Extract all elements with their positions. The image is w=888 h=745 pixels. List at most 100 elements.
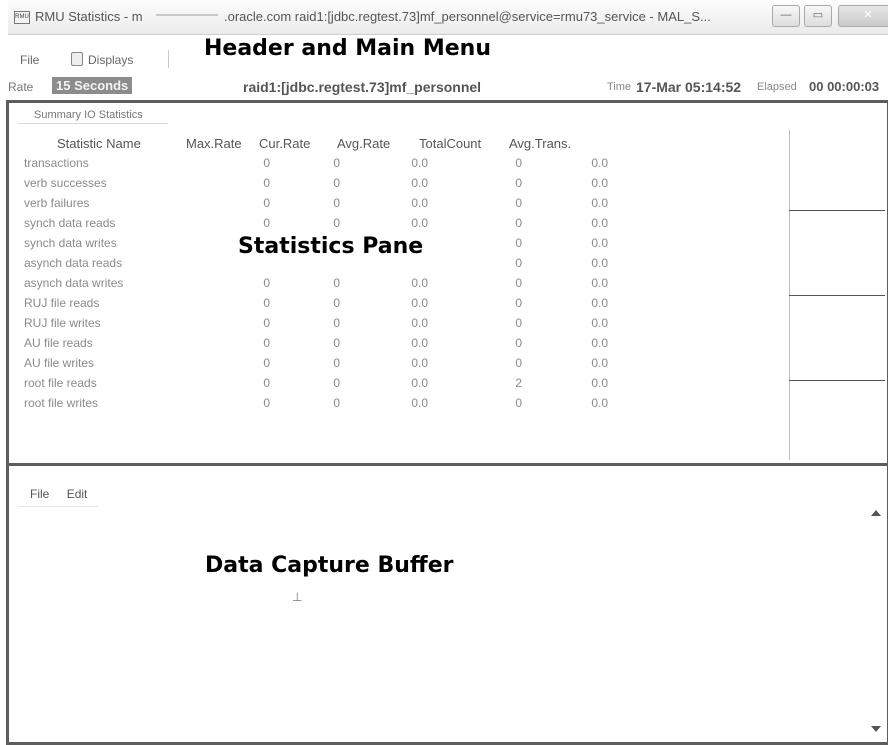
stat-name: asynch data writes	[24, 276, 124, 290]
graph-baseline	[789, 210, 885, 211]
stat-avg-trans: 0.0	[591, 156, 608, 170]
buffer-menu: File Edit	[30, 487, 101, 501]
stat-cur-rate: 0	[333, 276, 340, 290]
graph-baseline	[789, 380, 885, 381]
buffer-menu-edit[interactable]: Edit	[67, 487, 88, 501]
stat-avg-rate: 0.0	[411, 196, 428, 210]
stat-cur-rate: 0	[333, 376, 340, 390]
stat-max-rate: 0	[263, 156, 270, 170]
column-avg-rate: Avg.Rate	[337, 136, 391, 151]
tab-underline	[18, 123, 168, 124]
stat-max-rate: 0	[263, 356, 270, 370]
stat-total-count: 0	[515, 316, 522, 330]
stat-name: verb failures	[24, 196, 90, 210]
stat-cur-rate: 0	[333, 356, 340, 370]
close-button[interactable]: ✕	[838, 5, 888, 27]
stat-name: synch data writes	[24, 236, 117, 250]
stat-total-count: 0	[515, 256, 522, 270]
stat-cur-rate: 0	[333, 156, 340, 170]
table-row[interactable]: transactions 0 0 0.0 0 0.0	[24, 156, 608, 176]
stat-avg-rate: 0.0	[411, 336, 428, 350]
stat-avg-rate: 0.0	[411, 296, 428, 310]
stat-avg-rate: 0.0	[411, 376, 428, 390]
stat-name: transactions	[24, 156, 89, 170]
rate-graph-area	[789, 130, 885, 460]
scroll-up-icon[interactable]	[871, 510, 881, 516]
stat-name: AU file reads	[24, 336, 93, 350]
stat-total-count: 0	[515, 196, 522, 210]
table-row[interactable]: RUJ file writes 0 0 0.0 0 0.0	[24, 316, 608, 336]
stat-total-count: 0	[515, 236, 522, 250]
window-title-rest: .oracle.com raid1:[jdbc.regtest.73]mf_pe…	[224, 9, 711, 24]
stat-total-count: 2	[515, 376, 522, 390]
stat-max-rate: 0	[263, 316, 270, 330]
menu-file[interactable]: File	[20, 53, 39, 67]
stat-cur-rate: 0	[333, 296, 340, 310]
stat-name: AU file writes	[24, 356, 95, 370]
column-total-count: TotalCount	[419, 136, 482, 151]
stat-cur-rate: 0	[333, 176, 340, 190]
stat-max-rate: 0	[263, 376, 270, 390]
stat-avg-trans: 0.0	[591, 316, 608, 330]
stat-total-count: 0	[515, 336, 522, 350]
rate-selector[interactable]: 15 Seconds	[52, 77, 133, 94]
stat-avg-trans: 0.0	[591, 276, 608, 290]
stat-cur-rate: 0	[333, 336, 340, 350]
annotation-statistics-pane: Statistics Pane	[238, 234, 424, 259]
table-row[interactable]: root file reads 0 0 0.0 2 0.0	[24, 376, 608, 396]
table-row[interactable]: verb failures 0 0 0.0 0 0.0	[24, 196, 608, 216]
table-row[interactable]: root file writes 0 0 0.0 0 0.0	[24, 396, 608, 416]
rmu-app-icon[interactable]: RMU	[14, 11, 30, 24]
stat-name: root file reads	[24, 376, 97, 390]
window-title: RMU Statistics - m	[35, 9, 143, 24]
stat-max-rate: 0	[263, 336, 270, 350]
table-row[interactable]: asynch data writes 0 0 0.0 0 0.0	[24, 276, 608, 296]
stat-max-rate: 0	[263, 216, 270, 230]
stat-max-rate: 0	[263, 396, 270, 410]
buffer-scrollbar[interactable]	[868, 508, 885, 740]
stat-total-count: 0	[515, 356, 522, 370]
stat-avg-trans: 0.0	[591, 356, 608, 370]
table-row[interactable]: synch data reads 0 0 0.0 0 0.0	[24, 216, 608, 236]
minimize-button[interactable]: —	[772, 5, 800, 27]
column-max-rate: Max.Rate	[186, 136, 242, 151]
annotation-header: Header and Main Menu	[204, 36, 492, 61]
table-row[interactable]: AU file writes 0 0 0.0 0 0.0	[24, 356, 608, 376]
rate-label: Rate	[8, 80, 34, 94]
column-statistic-name: Statistic Name	[57, 136, 141, 151]
menu-displays[interactable]: Displays	[72, 53, 133, 67]
graph-baseline	[789, 295, 885, 296]
text-cursor: ⊥	[292, 590, 303, 604]
stat-cur-rate: 0	[333, 196, 340, 210]
stat-avg-trans: 0.0	[591, 336, 608, 350]
table-row[interactable]: asynch data reads 0 0.0	[24, 256, 608, 276]
stat-total-count: 0	[515, 296, 522, 310]
stat-avg-trans: 0.0	[591, 376, 608, 390]
stat-avg-trans: 0.0	[591, 236, 608, 250]
title-bar: RMU RMU Statistics - m .oracle.com raid1…	[8, 0, 888, 35]
stat-avg-rate: 0.0	[411, 276, 428, 290]
scroll-down-icon[interactable]	[871, 726, 881, 732]
stat-avg-rate: 0.0	[411, 396, 428, 410]
database-name: raid1:[jdbc.regtest.73]mf_personnel	[243, 79, 482, 95]
menu-separator	[168, 50, 169, 68]
stat-total-count: 0	[515, 216, 522, 230]
stat-avg-trans: 0.0	[591, 196, 608, 210]
stat-avg-rate: 0.0	[411, 156, 428, 170]
stat-name: verb successes	[24, 176, 107, 190]
table-row[interactable]: verb successes 0 0 0.0 0 0.0	[24, 176, 608, 196]
stat-name: RUJ file reads	[24, 296, 100, 310]
stat-avg-trans: 0.0	[591, 396, 608, 410]
table-row[interactable]: AU file reads 0 0 0.0 0 0.0	[24, 336, 608, 356]
stat-cur-rate: 0	[333, 216, 340, 230]
stat-max-rate: 0	[263, 196, 270, 210]
stat-avg-trans: 0.0	[591, 256, 608, 270]
elapsed-label: Elapsed	[757, 81, 797, 93]
stat-total-count: 0	[515, 276, 522, 290]
tab-summary-io[interactable]: Summary IO Statistics	[34, 109, 143, 121]
table-row[interactable]: RUJ file reads 0 0 0.0 0 0.0	[24, 296, 608, 316]
column-avg-trans: Avg.Trans.	[509, 136, 572, 151]
elapsed-value: 00 00:00:03	[809, 79, 880, 94]
buffer-menu-file[interactable]: File	[30, 487, 49, 501]
maximize-button[interactable]: ▭	[804, 5, 832, 27]
